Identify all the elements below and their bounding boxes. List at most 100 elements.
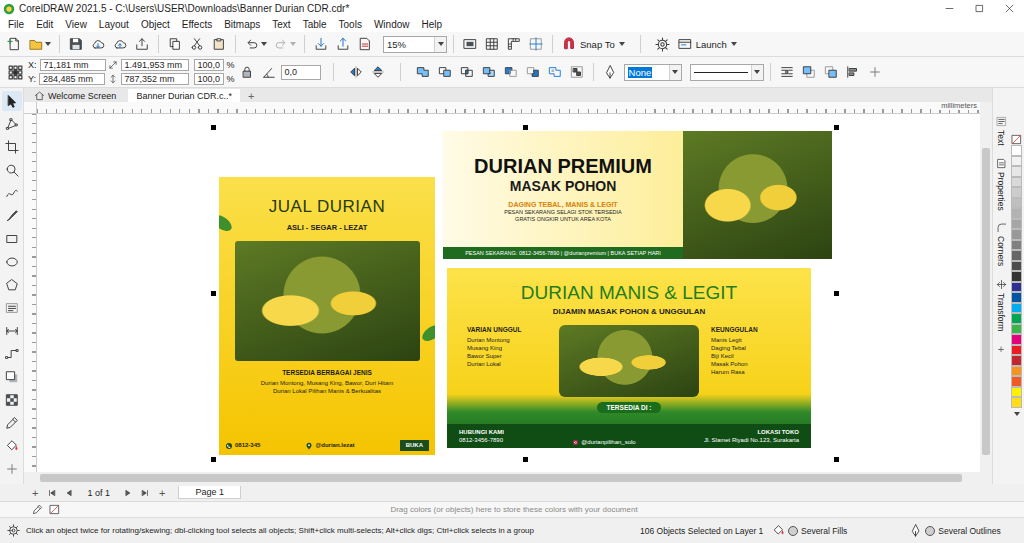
color-swatch[interactable] [1011,250,1022,261]
eyedropper-button[interactable] [2,413,22,433]
export-icon[interactable] [336,37,350,51]
pick-icon[interactable] [5,94,19,108]
landscape-banner[interactable]: DURIAN PREMIUMMASAK POHONDAGING TEBAL, M… [443,131,832,259]
banner-title[interactable]: DURIAN MANIS & LEGIT [521,282,737,304]
list-heading[interactable]: KEUNGGULAN [711,325,791,334]
rectangle-icon[interactable] [5,232,19,246]
fullscreen-button[interactable] [460,34,480,54]
crop-button[interactable] [2,137,22,157]
transparency-button[interactable] [2,390,22,410]
color-swatch[interactable] [1011,187,1022,198]
polygon-button[interactable] [2,275,22,295]
first-icon[interactable] [47,488,57,498]
reference-point-button[interactable] [4,62,26,82]
dimension-icon[interactable] [5,324,19,338]
menu-item[interactable]: Tools [333,19,368,30]
menu-item[interactable]: Object [135,19,176,30]
back-minus-icon[interactable] [526,65,540,79]
contact-heading[interactable]: HUBUNGI KAMI [459,428,504,436]
location-heading[interactable]: LOKASI TOKO [757,428,799,436]
color-swatch[interactable] [1011,292,1022,303]
freehand-button[interactable] [2,183,22,203]
color-swatch[interactable] [1011,208,1022,219]
connector-icon[interactable] [5,347,19,361]
selection-handle[interactable] [834,291,839,296]
add-page-before-button[interactable]: + [28,487,42,499]
share-button[interactable] [132,34,152,54]
status-info-button[interactable] [6,524,20,538]
vertical-scrollbar[interactable] [980,114,992,472]
pdf-button[interactable] [355,34,375,54]
to-front-button[interactable] [799,62,819,82]
ellipse-button[interactable] [2,252,22,272]
outline-pen-button[interactable] [600,62,620,82]
group-icon[interactable] [570,65,584,79]
guides-button[interactable] [526,34,546,54]
banner-subtitle[interactable]: ASLI - SEGAR - LEZAT [287,223,368,233]
drawing-canvas[interactable]: JUAL DURIAN ASLI - SEGAR - LEZAT TERSEDIA … [37,114,980,472]
artistic-button[interactable] [2,206,22,226]
align-icon[interactable] [846,65,860,79]
new-tab-button[interactable]: + [244,89,258,102]
cut-button[interactable] [187,34,207,54]
add-tool-button[interactable] [2,459,22,479]
minimize-button[interactable] [934,0,964,17]
banner-contact[interactable]: BUKA [400,440,429,451]
copy-doc-icon[interactable] [168,37,182,51]
color-swatch[interactable] [1011,397,1022,408]
pen-icon[interactable] [603,65,617,79]
selection-handle[interactable] [523,457,528,462]
next-page-button[interactable] [121,486,135,500]
open-button[interactable] [26,34,53,54]
color-swatch[interactable] [1011,303,1022,314]
wrap-icon[interactable] [780,65,794,79]
banner-subtitle[interactable]: DIJAMIN MASAK POHON & UNGGULAN [553,307,705,317]
first-page-button[interactable] [45,486,59,500]
close-button[interactable] [994,0,1024,17]
no-color-icon[interactable] [1011,134,1022,145]
last-page-button[interactable] [138,486,152,500]
menu-item[interactable]: Table [297,19,333,30]
list-item[interactable]: Masak Pohon [711,360,791,368]
cloud-down-icon[interactable] [91,37,105,51]
color-swatch[interactable] [1011,198,1022,209]
no-color-button[interactable] [47,503,61,517]
horizontal-ruler[interactable]: millimeters [37,102,980,114]
color-swatch[interactable] [1011,156,1022,167]
simplify-icon[interactable] [482,65,496,79]
shape-button[interactable] [2,114,22,134]
redo-button[interactable] [271,34,298,54]
color-swatch[interactable] [1011,355,1022,366]
banner-title[interactable]: JUAL DURIAN [269,197,385,217]
banner-line[interactable]: Durian Lokal Pilihan Manis & Berkualitas [273,387,381,395]
front-minus-icon[interactable] [504,65,518,79]
available-badge[interactable]: TERSEDIA DI : [597,402,662,413]
color-swatch[interactable] [1011,271,1022,282]
maximize-icon[interactable] [974,3,985,14]
width-field[interactable]: 1.491,953 mm [121,59,189,71]
snap-icon[interactable] [562,37,576,51]
color-swatch[interactable] [1011,166,1022,177]
share-icon[interactable] [135,37,149,51]
fill-status[interactable]: Several Fills [772,524,847,537]
selection-handle[interactable] [834,125,839,130]
banner-line[interactable]: Durian Montong, Musang King, Bawor, Duri… [261,379,394,387]
open-icon[interactable] [29,37,43,51]
outline-width-field[interactable]: None [624,64,682,81]
fullscreen-icon[interactable] [463,37,477,51]
durian-photo[interactable] [559,325,699,397]
color-swatch[interactable] [1011,366,1022,377]
import-button[interactable] [311,34,331,54]
scale-x-field[interactable]: 100,0 [194,59,224,71]
weld-button[interactable] [413,62,433,82]
menu-item[interactable]: Layout [93,19,135,30]
undo-button[interactable] [242,34,269,54]
shape-icon[interactable] [5,117,19,131]
paste-icon[interactable] [212,37,226,51]
selection-handle[interactable] [834,457,839,462]
list-heading[interactable]: VARIAN UNGGUL [467,325,547,334]
intersect-button[interactable] [457,62,477,82]
zoom-dropdown-button[interactable] [434,37,446,52]
banner-title[interactable]: DURIAN PREMIUM [474,155,652,178]
social-handle[interactable]: @durianpilihan_solo [572,438,635,446]
